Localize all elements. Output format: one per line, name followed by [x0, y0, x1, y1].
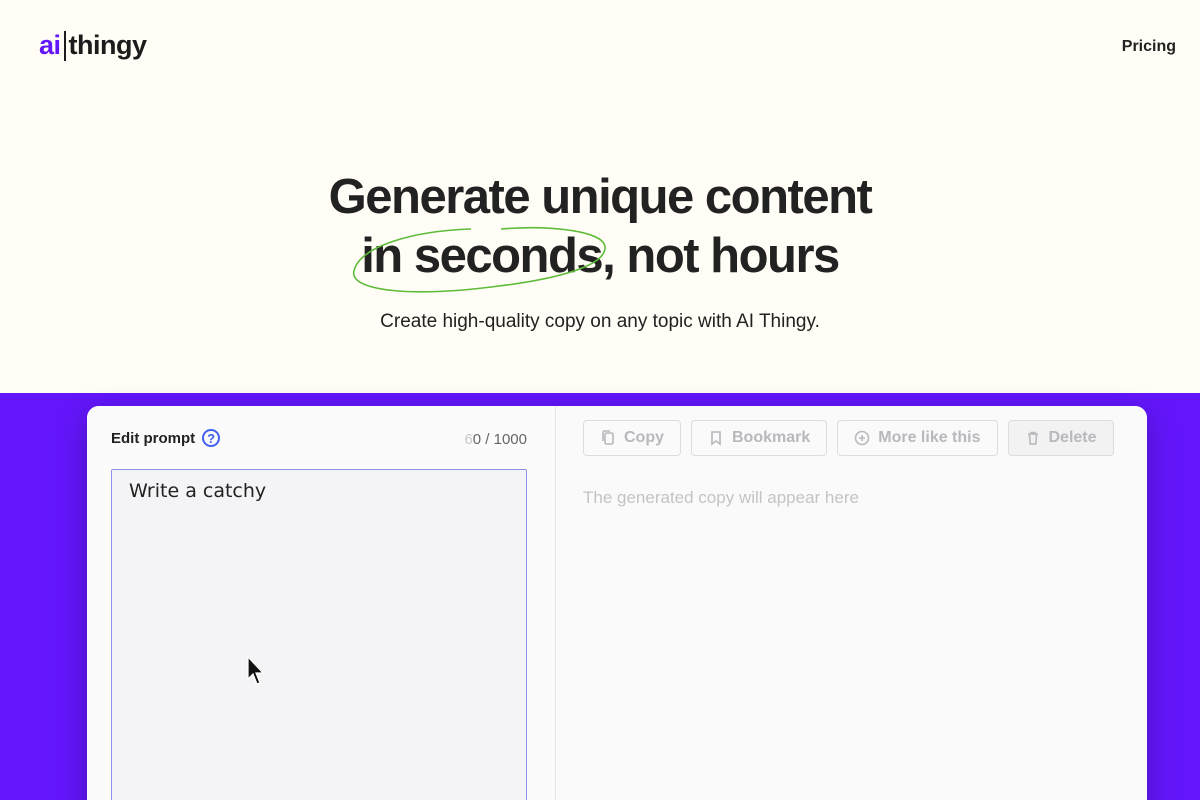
prompt-pane: Edit prompt ? 60 / 1000 — [87, 406, 556, 800]
page-subtitle: Create high-quality copy on any topic wi… — [380, 311, 820, 332]
counter-ghost-digit: 6 — [464, 431, 473, 448]
logo[interactable]: ai thingy — [39, 30, 147, 61]
prompt-input[interactable] — [111, 469, 527, 800]
more-like-this-button[interactable]: More like this — [837, 420, 998, 456]
copy-button[interactable]: Copy — [583, 420, 681, 456]
output-toolbar: Copy Bookmark More like this Delete — [583, 420, 1114, 456]
edit-prompt-label: Edit prompt ? — [111, 429, 221, 447]
bookmark-icon — [711, 431, 721, 446]
headline-highlight: in seconds — [353, 227, 606, 293]
bookmark-label: Bookmark — [732, 429, 811, 446]
edit-prompt-text: Edit prompt — [111, 429, 196, 447]
headline-rest: , not hours — [602, 229, 840, 283]
highlight-scribble-icon — [353, 227, 606, 293]
copy-icon — [602, 430, 614, 445]
output-placeholder: The generated copy will appear here — [583, 488, 859, 507]
logo-ai-text: ai — [39, 30, 61, 60]
logo-divider — [63, 30, 66, 61]
delete-button[interactable]: Delete — [1007, 420, 1114, 456]
trash-icon — [1027, 431, 1038, 445]
page-title: Generate unique content in seconds, not … — [0, 168, 1200, 293]
bookmark-button[interactable]: Bookmark — [691, 420, 828, 456]
mouse-cursor-icon — [247, 656, 265, 685]
headline-line-1: Generate unique content — [328, 170, 873, 224]
delete-label: Delete — [1048, 429, 1097, 446]
headline-line-2: in seconds, not hours — [0, 227, 1200, 293]
plus-circle-icon — [854, 430, 870, 446]
copy-label: Copy — [624, 429, 664, 446]
generator-card: Edit prompt ? 60 / 1000 Copy Bookmark Mo… — [87, 406, 1147, 800]
logo-thingy-text: thingy — [68, 30, 148, 60]
output-pane: Copy Bookmark More like this Delete The … — [556, 406, 1147, 800]
help-icon[interactable]: ? — [202, 429, 221, 447]
nav-pricing-link[interactable]: Pricing — [1122, 38, 1176, 56]
character-counter: 60 / 1000 — [464, 431, 527, 448]
more-like-this-label: More like this — [878, 429, 981, 446]
counter-value: 0 / 1000 — [472, 431, 527, 448]
